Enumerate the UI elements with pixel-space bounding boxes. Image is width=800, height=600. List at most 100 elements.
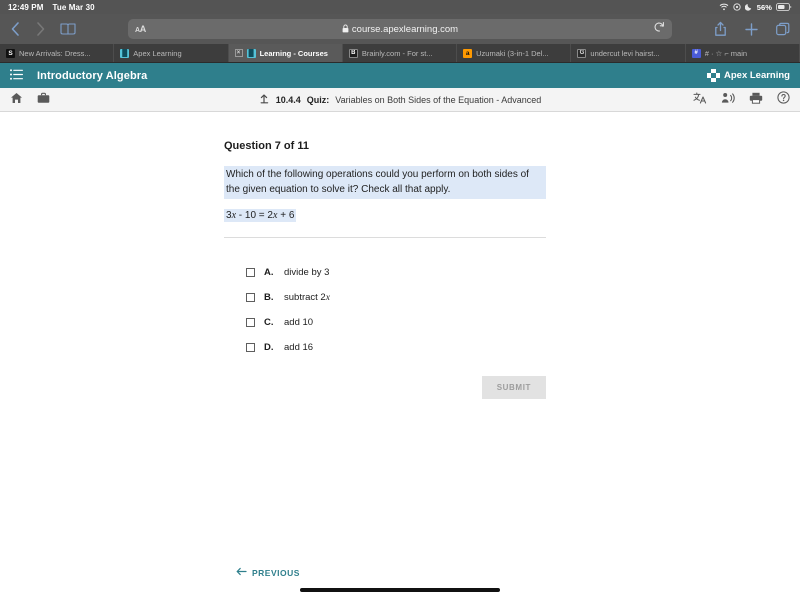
tab-label: # · ☆ ⌐ main: [705, 49, 747, 58]
checkbox-a[interactable]: [246, 268, 255, 277]
question-heading: Question 7 of 11: [224, 140, 554, 152]
breadcrumb-title: Variables on Both Sides of the Equation …: [335, 95, 541, 105]
help-icon[interactable]: [777, 91, 790, 109]
up-level-arrow-icon[interactable]: [259, 91, 270, 109]
ios-status-bar: 12:49 PM Tue Mar 30 56%: [0, 0, 800, 14]
safari-toolbar: AA course.apexlearning.com: [0, 14, 800, 44]
bottom-navigation: PREVIOUS: [0, 566, 800, 596]
brand-name: Apex Learning: [724, 70, 790, 81]
tab-label: Apex Learning: [133, 49, 181, 58]
reload-icon[interactable]: [654, 20, 665, 38]
browser-tab[interactable]: █ Apex Learning: [114, 44, 228, 62]
favicon-icon: █: [120, 49, 129, 58]
tab-label: New Arrivals: Dress...: [19, 49, 91, 58]
battery-icon: [776, 3, 792, 11]
tab-label: Uzumaki (3-in-1 Del...: [476, 49, 549, 58]
checkbox-d[interactable]: [246, 343, 255, 352]
status-time: 12:49 PM: [8, 3, 43, 12]
option-text-pre: subtract 2: [284, 292, 326, 303]
app-header: Introductory Algebra Apex Learning: [0, 63, 800, 88]
briefcase-icon[interactable]: [37, 91, 50, 109]
option-text-variable: x: [326, 293, 330, 303]
url-text: course.apexlearning.com: [352, 24, 458, 35]
checkbox-b[interactable]: [246, 293, 255, 302]
status-date: Tue Mar 30: [52, 3, 94, 12]
question-equation: 3x - 10 = 2x + 6: [224, 209, 296, 222]
book-icon[interactable]: [60, 22, 76, 36]
plus-icon[interactable]: [745, 23, 758, 36]
read-aloud-icon[interactable]: [721, 91, 735, 109]
home-icon[interactable]: [10, 91, 23, 109]
tab-label: Brainly.com - For st...: [362, 49, 433, 58]
browser-tab[interactable]: B Brainly.com - For st...: [343, 44, 457, 62]
share-icon[interactable]: [714, 21, 727, 37]
answer-option-c[interactable]: C. add 10: [246, 310, 554, 335]
quiz-content: Question 7 of 11 Which of the following …: [0, 112, 800, 596]
option-letter: D.: [264, 342, 275, 353]
tab-bar: S New Arrivals: Dress... █ Apex Learning…: [0, 44, 800, 63]
option-letter: A.: [264, 267, 275, 278]
breadcrumb: 10.4.4 Quiz: Variables on Both Sides of …: [10, 91, 790, 109]
apex-logo-icon: [707, 69, 720, 82]
text-size-button[interactable]: AA: [135, 24, 146, 34]
answer-option-a[interactable]: A. divide by 3: [246, 260, 554, 285]
option-letter: C.: [264, 317, 275, 328]
lock-icon: [342, 20, 349, 38]
close-icon[interactable]: ×: [235, 49, 243, 57]
navigation-buttons: [10, 21, 128, 37]
breadcrumb-code: 10.4.4: [276, 95, 301, 105]
back-button[interactable]: [10, 21, 21, 37]
option-letter: B.: [264, 292, 275, 303]
favicon-icon: S: [6, 49, 15, 58]
wifi-icon: [719, 3, 729, 11]
answer-option-d[interactable]: D. add 16: [246, 335, 554, 360]
tabs-icon[interactable]: [776, 22, 790, 36]
checkbox-c[interactable]: [246, 318, 255, 327]
home-indicator[interactable]: [300, 588, 500, 592]
section-divider: [224, 237, 546, 238]
arrow-left-icon: [236, 567, 247, 578]
equation-middle: - 10 = 2: [236, 210, 273, 221]
answer-options-list: A. divide by 3 B. subtract 2x C. add 10 …: [224, 260, 554, 360]
answer-option-b[interactable]: B. subtract 2x: [246, 285, 554, 310]
translate-icon[interactable]: [693, 91, 707, 109]
favicon-icon: █: [247, 49, 256, 58]
list-menu-icon[interactable]: [10, 67, 23, 85]
tab-label: undercut levi hairst...: [590, 49, 659, 58]
course-toolbar-left: [10, 91, 50, 109]
option-text: divide by 3: [284, 267, 329, 278]
browser-tab[interactable]: a Uzumaki (3-in-1 Del...: [457, 44, 571, 62]
previous-button[interactable]: PREVIOUS: [236, 567, 300, 578]
submit-button[interactable]: SUBMIT: [482, 376, 546, 399]
battery-percent-label: 56%: [757, 3, 772, 12]
favicon-icon: #: [692, 49, 701, 58]
browser-tab[interactable]: G undercut levi hairst...: [571, 44, 685, 62]
status-bar-left: 12:49 PM Tue Mar 30: [8, 3, 95, 12]
moon-icon: [745, 3, 753, 11]
printer-icon[interactable]: [749, 91, 763, 109]
toolbar-right-actions: [672, 21, 790, 37]
forward-button[interactable]: [35, 21, 46, 37]
status-bar-right: 56%: [719, 3, 792, 12]
equation-suffix: + 6: [277, 210, 294, 221]
option-text: add 16: [284, 342, 313, 353]
page-title: Introductory Algebra: [37, 70, 147, 82]
browser-tab[interactable]: # # · ☆ ⌐ main: [686, 44, 800, 62]
question-prompt: Which of the following operations could …: [224, 166, 546, 199]
apex-learning-logo: Apex Learning: [707, 69, 790, 82]
previous-label: PREVIOUS: [252, 568, 300, 578]
browser-tab-active[interactable]: × █ Learning - Courses: [229, 44, 343, 62]
circle-icon: [733, 3, 741, 11]
favicon-icon: B: [349, 49, 358, 58]
address-bar[interactable]: AA course.apexlearning.com: [128, 19, 672, 39]
address-bar-content: course.apexlearning.com: [128, 20, 672, 38]
favicon-icon: a: [463, 49, 472, 58]
browser-tab[interactable]: S New Arrivals: Dress...: [0, 44, 114, 62]
course-toolbar-right: [693, 91, 790, 109]
favicon-icon: G: [577, 49, 586, 58]
breadcrumb-kind: Quiz:: [307, 95, 330, 105]
course-toolbar: 10.4.4 Quiz: Variables on Both Sides of …: [0, 88, 800, 112]
option-text: subtract 2x: [284, 292, 330, 303]
submit-row: SUBMIT: [224, 376, 546, 399]
question-block: Question 7 of 11 Which of the following …: [224, 140, 554, 399]
